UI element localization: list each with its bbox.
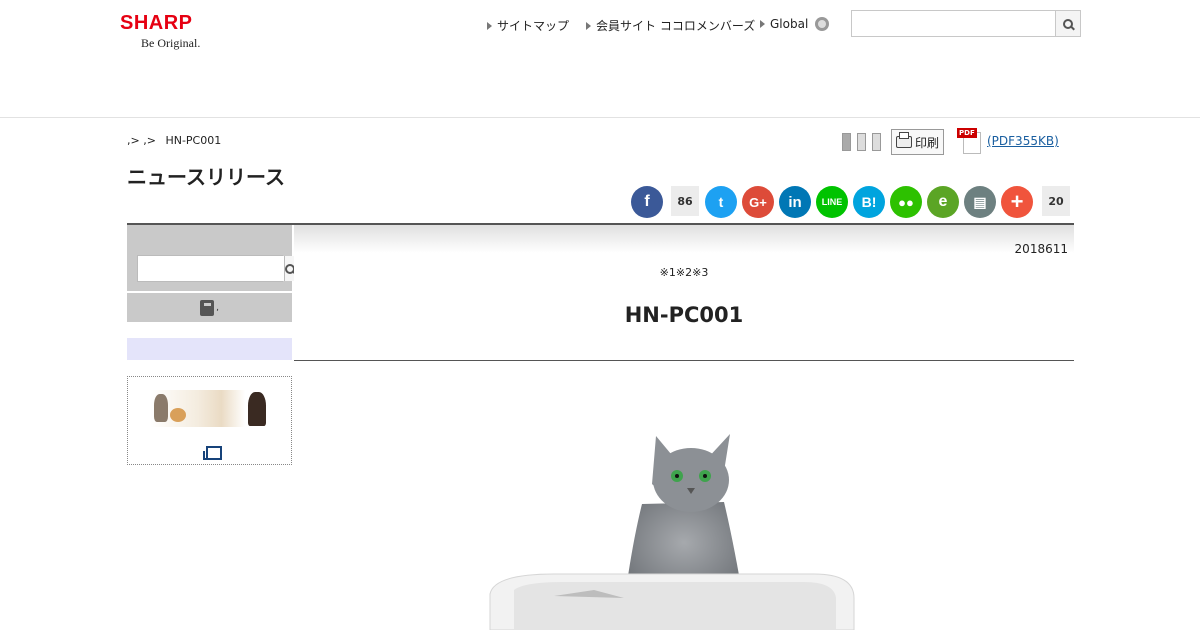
logo-tagline: Be Original. <box>141 36 201 50</box>
print-button[interactable]: 印刷 <box>891 129 944 155</box>
font-size-medium-button[interactable] <box>857 133 866 151</box>
release-date: 2018611 <box>1014 242 1068 256</box>
site-search <box>851 10 1081 37</box>
nav-members-label: 会員サイト ココロメンバーズ <box>596 19 756 33</box>
wechat-share-icon[interactable]: ●● <box>890 186 922 218</box>
hatena-share-icon[interactable]: B! <box>853 186 885 218</box>
nav-global[interactable]: Global <box>760 17 830 31</box>
breadcrumb: ,> ,> HN-PC001 <box>127 134 221 147</box>
site-search-button[interactable] <box>1055 11 1080 36</box>
print-share-icon[interactable]: ▤ <box>964 186 996 218</box>
article-header: 2018611 ※1※2※3 HN-PC001 <box>294 225 1074 361</box>
page-title: ニュースリリース <box>127 165 285 189</box>
sidebar-highlight-item[interactable] <box>127 338 292 360</box>
sidebar-banner[interactable]: , <box>127 376 292 465</box>
font-size-small-button[interactable] <box>842 133 851 151</box>
sharp-logo[interactable]: SHARP Be Original. <box>120 13 200 51</box>
nav-members[interactable]: 会員サイト ココロメンバーズ <box>586 17 755 34</box>
line-share-icon[interactable]: LINE <box>816 186 848 218</box>
search-icon <box>1063 18 1073 29</box>
google-plus-share-icon[interactable]: G+ <box>742 186 774 218</box>
pet-banner-image <box>150 390 269 427</box>
pdf-download-link[interactable]: PDF (PDF355KB) <box>957 128 1071 154</box>
pdf-icon-tag: PDF <box>957 128 977 138</box>
facebook-share-icon[interactable]: f <box>631 186 663 218</box>
breadcrumb-current: HN-PC001 <box>165 134 222 147</box>
arrow-right-icon <box>760 20 765 28</box>
external-window-icon <box>202 446 222 460</box>
arrow-right-icon <box>586 21 591 30</box>
more-share-icon[interactable]: + <box>1001 186 1033 218</box>
total-share-count: 20 <box>1042 186 1070 216</box>
logo-wordmark: SHARP <box>120 12 193 34</box>
evernote-share-icon[interactable]: e <box>927 186 959 218</box>
sidebar-search-input[interactable] <box>138 256 284 281</box>
print-label: 印刷 <box>914 135 939 150</box>
font-size-large-button[interactable] <box>872 133 881 151</box>
site-header: SHARP Be Original. サイトマップ 会員サイト ココロメンバーズ… <box>0 0 1200 118</box>
font-size-switcher <box>842 133 881 151</box>
printer-icon <box>895 132 912 148</box>
book-icon <box>200 299 215 316</box>
globe-icon <box>815 17 830 31</box>
pdf-link-label: (PDF355KB) <box>987 134 1059 148</box>
twitter-share-icon[interactable]: t <box>705 186 737 218</box>
nav-sitemap[interactable]: サイトマップ <box>487 17 569 34</box>
sidebar-search-box <box>137 255 295 282</box>
sidebar-menu-suffix: , <box>216 302 219 313</box>
nav-sitemap-label: サイトマップ <box>497 19 570 33</box>
footnote-markers: ※1※2※3 <box>659 266 709 279</box>
site-search-input[interactable] <box>852 11 1055 36</box>
sidebar-search-panel <box>127 225 295 291</box>
product-photo-cat-litter-box <box>384 384 984 630</box>
pdf-icon: PDF <box>957 128 981 154</box>
hatena-glyph: B! <box>861 194 877 210</box>
breadcrumb-link-1[interactable]: ,> <box>127 134 140 147</box>
linkedin-share-icon[interactable]: in <box>779 186 811 218</box>
article-headline: HN-PC001 <box>624 303 744 327</box>
sidebar-menu-item[interactable]: , <box>127 293 292 322</box>
nav-global-label: Global <box>770 17 809 31</box>
breadcrumb-link-2[interactable]: ,> <box>143 134 156 147</box>
banner-external-link[interactable]: , <box>201 446 222 460</box>
arrow-right-icon <box>487 21 492 30</box>
facebook-share-count: 86 <box>671 186 699 216</box>
